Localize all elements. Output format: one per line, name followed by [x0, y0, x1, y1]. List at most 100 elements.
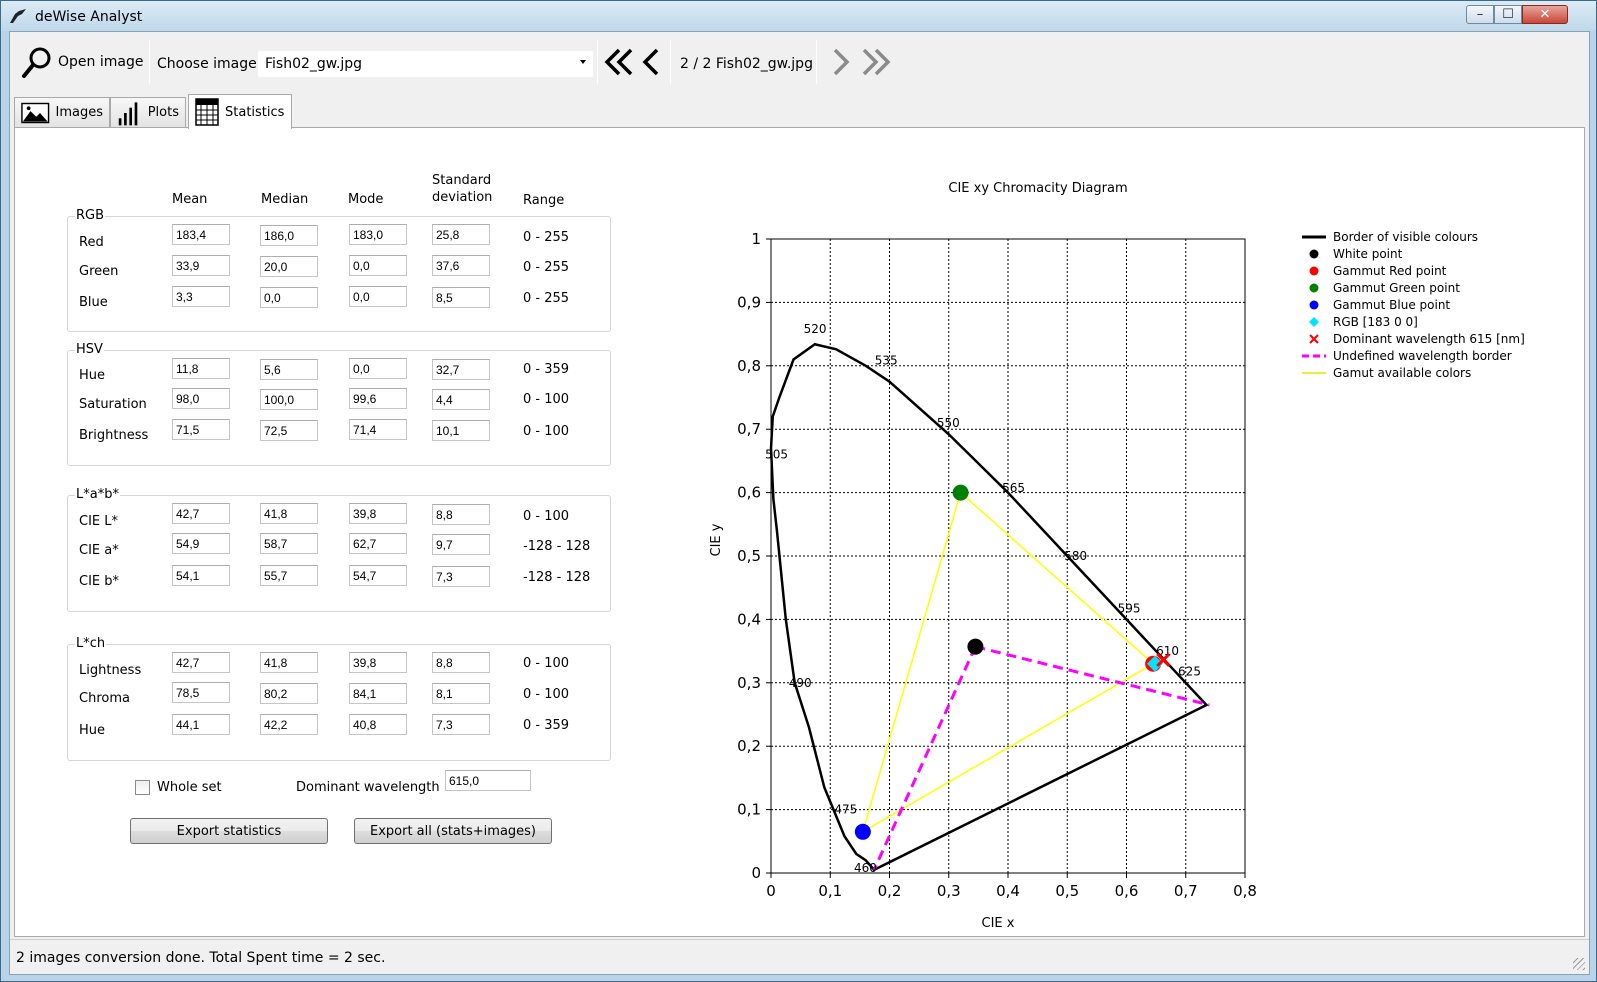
y-tick-label: 0,4	[737, 610, 761, 628]
x-tick-label: 0,2	[878, 882, 902, 900]
group-title-lch: L*ch	[75, 636, 107, 651]
blue-mode-field[interactable]	[349, 286, 407, 307]
legend-label: Dominant wavelength 615 [nm]	[1333, 332, 1525, 346]
dominant-wavelength-field[interactable]	[445, 770, 531, 791]
image-select[interactable]: Fish02_gw.jpg	[258, 51, 593, 77]
lightness-median-field[interactable]	[260, 652, 318, 673]
chroma-mean-field[interactable]	[172, 682, 230, 703]
green-mode-field[interactable]	[349, 255, 407, 276]
cie-b-std-field[interactable]	[432, 566, 490, 587]
cie-b-mode-field[interactable]	[349, 565, 407, 586]
green-median-field[interactable]	[260, 256, 318, 277]
row-label-hue: Hue	[79, 368, 106, 383]
tab-statistics[interactable]: Statistics	[188, 94, 292, 129]
red-range: 0 - 255	[523, 230, 570, 245]
resize-grip[interactable]	[1573, 958, 1585, 970]
first-image-button[interactable]	[602, 44, 636, 80]
green-std-field[interactable]	[432, 255, 490, 276]
dominant-wavelength-label: Dominant wavelength	[296, 780, 440, 795]
export-all-button[interactable]: Export all (stats+images)	[354, 818, 552, 844]
title-bar[interactable]: deWise Analyst – ☐ ✕	[1, 1, 1596, 31]
cie-a-mode-field[interactable]	[349, 533, 407, 554]
group-title-rgb: RGB	[75, 208, 106, 223]
whole-set-checkbox[interactable]	[135, 780, 150, 795]
row-label-blue: Blue	[79, 295, 108, 310]
y-tick-label: 0,9	[737, 293, 761, 311]
brightness-std-field[interactable]	[432, 420, 490, 441]
tab-plots[interactable]: Plots	[110, 97, 186, 127]
red-mode-field[interactable]	[349, 224, 407, 245]
cie-l-mode-field[interactable]	[349, 503, 407, 524]
tab-images[interactable]: Images	[14, 97, 110, 127]
minimize-button[interactable]: –	[1466, 5, 1494, 24]
white-point	[967, 638, 984, 655]
x-tick-label: 0,8	[1233, 882, 1257, 900]
maximize-button[interactable]: ☐	[1494, 5, 1522, 24]
hue-lch-mode-field[interactable]	[349, 714, 407, 735]
red-mean-field[interactable]	[172, 224, 230, 245]
y-tick-label: 1	[751, 230, 761, 248]
row-label-green: Green	[79, 264, 119, 279]
hue-range: 0 - 359	[523, 362, 570, 377]
last-image-button[interactable]	[858, 44, 894, 80]
cie-b-mean-field[interactable]	[172, 565, 230, 586]
hue-std-field[interactable]	[432, 359, 490, 380]
saturation-std-field[interactable]	[432, 389, 490, 410]
cie-a-mean-field[interactable]	[172, 533, 230, 554]
close-button[interactable]: ✕	[1522, 5, 1568, 24]
y-tick-label: 0,6	[737, 484, 761, 502]
cie-a-median-field[interactable]	[260, 533, 318, 554]
cie-l-mean-field[interactable]	[172, 503, 230, 524]
wavelength-label: 625	[1178, 664, 1201, 678]
hue-mean-field[interactable]	[172, 358, 230, 379]
row-label-hue-lch: Hue	[79, 723, 106, 738]
export-statistics-button[interactable]: Export statistics	[130, 818, 328, 844]
lightness-std-field[interactable]	[432, 652, 490, 673]
lightness-mode-field[interactable]	[349, 652, 407, 673]
brightness-mean-field[interactable]	[172, 419, 230, 440]
cie-a-range: -128 - 128	[523, 539, 591, 554]
legend-label: Undefined wavelength border	[1333, 349, 1512, 363]
cie-l-median-field[interactable]	[260, 503, 318, 524]
hue-lch-mean-field[interactable]	[172, 714, 230, 735]
hue-mode-field[interactable]	[349, 358, 407, 379]
brightness-mode-field[interactable]	[349, 419, 407, 440]
cie-b-median-field[interactable]	[260, 565, 318, 586]
chroma-mode-field[interactable]	[349, 683, 407, 704]
red-std-field[interactable]	[432, 224, 490, 245]
hue-lch-median-field[interactable]	[260, 714, 318, 735]
previous-image-button[interactable]	[638, 44, 664, 80]
red-median-field[interactable]	[260, 225, 318, 246]
open-image-button[interactable]: Open image	[20, 44, 143, 80]
wavelength-label: 505	[765, 448, 788, 462]
brightness-median-field[interactable]	[260, 420, 318, 441]
toolbar-separator	[670, 40, 671, 84]
chevron-right-icon	[833, 48, 850, 76]
chroma-std-field[interactable]	[432, 683, 490, 704]
choose-image-label: Choose image	[157, 56, 257, 72]
row-label-cie-b: CIE b*	[79, 574, 120, 589]
next-image-button[interactable]	[828, 44, 854, 80]
hue-lch-range: 0 - 359	[523, 718, 570, 733]
saturation-mean-field[interactable]	[172, 388, 230, 409]
wavelength-label: 580	[1064, 549, 1087, 563]
hue-lch-std-field[interactable]	[432, 714, 490, 735]
saturation-median-field[interactable]	[260, 389, 318, 410]
x-tick-label: 0,5	[1055, 882, 1079, 900]
chevron-left-icon	[642, 48, 659, 76]
tab-statistics-label: Statistics	[225, 104, 285, 120]
gamut-blue-point	[854, 823, 871, 840]
cie-l-std-field[interactable]	[432, 504, 490, 525]
chroma-median-field[interactable]	[260, 683, 318, 704]
blue-median-field[interactable]	[260, 287, 318, 308]
blue-mean-field[interactable]	[172, 286, 230, 307]
client-area: Open image Choose image Fish02_gw.jpg 2 …	[9, 31, 1590, 975]
toolbar: Open image Choose image Fish02_gw.jpg 2 …	[10, 32, 1589, 90]
blue-std-field[interactable]	[432, 287, 490, 308]
dropdown-arrow-icon[interactable]	[580, 60, 586, 64]
green-mean-field[interactable]	[172, 255, 230, 276]
lightness-mean-field[interactable]	[172, 652, 230, 673]
hue-median-field[interactable]	[260, 359, 318, 380]
cie-a-std-field[interactable]	[432, 534, 490, 555]
saturation-mode-field[interactable]	[349, 388, 407, 409]
